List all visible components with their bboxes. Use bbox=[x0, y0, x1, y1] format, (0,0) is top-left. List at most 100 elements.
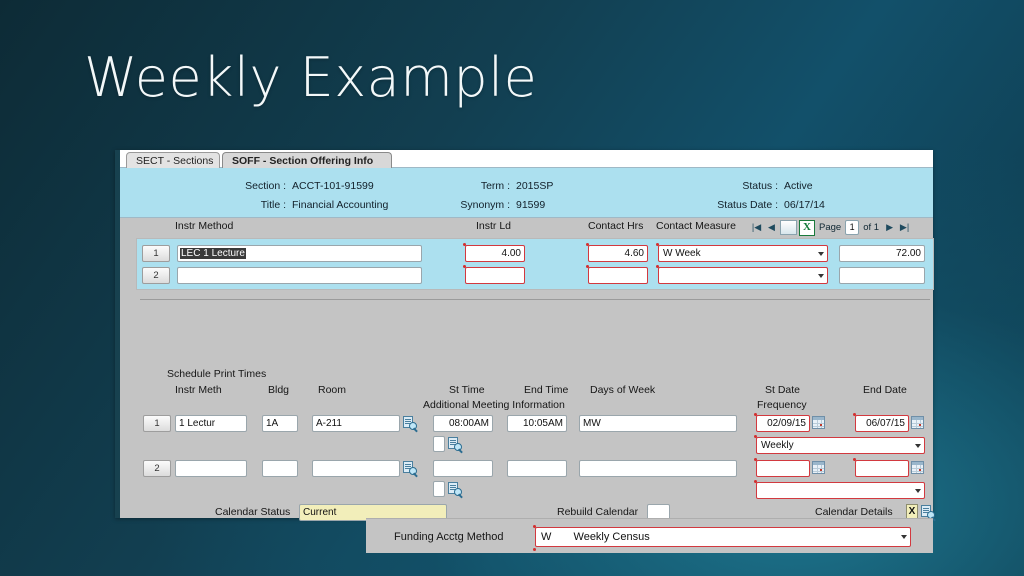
calendar-details-lookup-icon[interactable] bbox=[921, 505, 936, 522]
pager-prev-icon[interactable]: ◀ bbox=[765, 220, 778, 235]
frequency-select-1[interactable]: Weekly bbox=[756, 437, 925, 454]
days-of-week-input-2[interactable] bbox=[579, 460, 737, 477]
st-date-calendar-icon-2[interactable] bbox=[812, 461, 825, 474]
col-additional-meeting-info: Additional Meeting Information bbox=[423, 399, 565, 411]
calendar-details-flag[interactable]: X bbox=[906, 504, 918, 519]
contact-hrs-input-1[interactable]: 4.60 bbox=[588, 245, 648, 262]
pager-page-input[interactable]: 1 bbox=[845, 220, 860, 235]
title-value: Financial Accounting bbox=[292, 199, 389, 211]
term-value: 2015SP bbox=[516, 180, 554, 192]
form-body: Instr Method Instr Ld Contact Hrs Contac… bbox=[120, 218, 936, 522]
chevron-down-icon bbox=[818, 274, 824, 278]
chevron-down-icon bbox=[818, 252, 824, 256]
calendar-details-label: Calendar Details bbox=[815, 506, 893, 518]
chevron-down-icon bbox=[901, 535, 907, 539]
total-contact-input-2[interactable] bbox=[839, 267, 925, 284]
section-divider bbox=[140, 299, 930, 300]
pager-of-label: of 1 bbox=[863, 222, 880, 233]
funding-code: W bbox=[541, 531, 552, 543]
pager-page-label: Page bbox=[819, 222, 842, 233]
col-st-time: St Time bbox=[449, 384, 485, 396]
calendar-status-label: Calendar Status bbox=[215, 506, 291, 518]
status-value: Active bbox=[784, 180, 813, 192]
frequency-value-1: Weekly bbox=[761, 440, 794, 451]
contact-hrs-input-2[interactable] bbox=[588, 267, 648, 284]
pager-first-icon[interactable]: |◀ bbox=[750, 220, 763, 235]
contact-measure-select-2[interactable] bbox=[658, 267, 828, 284]
frequency-select-2[interactable] bbox=[756, 482, 925, 499]
table-row[interactable]: 1 bbox=[143, 415, 171, 432]
instr-ld-input-1[interactable]: 4.00 bbox=[465, 245, 525, 262]
pager-blank-icon[interactable] bbox=[780, 220, 797, 235]
page-title: Weekly Example bbox=[84, 46, 538, 109]
rebuild-calendar-label: Rebuild Calendar bbox=[557, 506, 639, 518]
total-contact-input-1[interactable]: 72.00 bbox=[839, 245, 925, 262]
application-window: SECT - Sections SOFF - Section Offering … bbox=[115, 150, 936, 522]
instr-method-grid: 1 LEC 1 Lecture 4.00 4.60 W Week 72.00 2 bbox=[136, 238, 934, 290]
tab-sect-sections[interactable]: SECT - Sections bbox=[126, 152, 220, 168]
st-date-input-2[interactable] bbox=[756, 460, 810, 477]
room-lookup-icon[interactable] bbox=[403, 416, 418, 433]
grid-pager-toolbar[interactable]: |◀ ◀ X Page 1 of 1 ▶ ▶| bbox=[750, 219, 911, 236]
col-end-date: End Date bbox=[863, 384, 907, 396]
funding-value: Weekly Census bbox=[573, 531, 650, 543]
instr-method-input-1[interactable]: LEC 1 Lecture bbox=[177, 245, 422, 262]
instr-method-selected-text: LEC 1 Lecture bbox=[180, 248, 246, 259]
col-instr-ld: Instr Ld bbox=[476, 220, 512, 232]
instr-ld-input-2[interactable] bbox=[465, 267, 525, 284]
end-date-input-1[interactable]: 06/07/15 bbox=[855, 415, 909, 432]
contact-measure-select-1[interactable]: W Week bbox=[658, 245, 828, 262]
end-time-input-1[interactable]: 10:05AM bbox=[507, 415, 567, 432]
status-label: Status : bbox=[742, 180, 778, 192]
section-label: Section : bbox=[245, 180, 286, 192]
additional-meeting-box-2[interactable] bbox=[433, 481, 445, 497]
required-marker bbox=[533, 548, 536, 551]
days-of-week-input-1[interactable]: MW bbox=[579, 415, 737, 432]
section-value: ACCT-101-91599 bbox=[292, 180, 374, 192]
status-date-value: 06/17/14 bbox=[784, 199, 825, 211]
end-date-calendar-icon[interactable] bbox=[911, 416, 924, 429]
funding-acctg-method-label: Funding Acctg Method bbox=[394, 531, 504, 543]
col-st-date: St Date bbox=[765, 384, 801, 396]
excel-export-icon[interactable]: X bbox=[799, 219, 815, 236]
title-label: Title : bbox=[260, 199, 286, 211]
additional-meeting-lookup-icon-1[interactable] bbox=[448, 437, 463, 454]
status-date-label: Status Date : bbox=[717, 199, 778, 211]
pager-last-icon[interactable]: ▶| bbox=[898, 220, 911, 235]
instr-method-input-2[interactable] bbox=[177, 267, 422, 284]
st-date-input-1[interactable]: 02/09/15 bbox=[756, 415, 810, 432]
bldg-input-2[interactable] bbox=[262, 460, 298, 477]
contact-measure-value-1: W Week bbox=[663, 248, 701, 259]
st-time-input-1[interactable]: 08:00AM bbox=[433, 415, 493, 432]
tab-soff-section-offering-info[interactable]: SOFF - Section Offering Info bbox=[222, 152, 392, 168]
col-instr-meth: Instr Meth bbox=[175, 384, 222, 396]
table-row[interactable]: 1 bbox=[142, 245, 170, 262]
pager-next-icon[interactable]: ▶ bbox=[883, 220, 896, 235]
synonym-value: 91599 bbox=[516, 199, 546, 211]
end-date-input-2[interactable] bbox=[855, 460, 909, 477]
additional-meeting-lookup-icon-2[interactable] bbox=[448, 482, 463, 499]
synonym-label: Synonym : bbox=[460, 199, 510, 211]
st-time-input-2[interactable] bbox=[433, 460, 493, 477]
room-input-2[interactable] bbox=[312, 460, 400, 477]
col-instr-method: Instr Method bbox=[175, 220, 234, 232]
instr-meth-input-1[interactable]: 1 Lectur bbox=[175, 415, 247, 432]
end-time-input-2[interactable] bbox=[507, 460, 567, 477]
funding-acctg-method-select[interactable]: W Weekly Census bbox=[535, 527, 911, 547]
bldg-input-1[interactable]: 1A bbox=[262, 415, 298, 432]
chevron-down-icon bbox=[915, 444, 921, 448]
funding-acctg-method-bar: Funding Acctg Method W Weekly Census bbox=[366, 518, 933, 553]
additional-meeting-box-1[interactable] bbox=[433, 436, 445, 452]
col-bldg: Bldg bbox=[268, 384, 290, 396]
col-days-of-week: Days of Week bbox=[590, 384, 656, 396]
instr-meth-input-2[interactable] bbox=[175, 460, 247, 477]
table-row[interactable]: 2 bbox=[142, 267, 170, 284]
schedule-print-times-title: Schedule Print Times bbox=[167, 368, 267, 380]
term-label: Term : bbox=[480, 180, 510, 192]
col-contact-hrs: Contact Hrs bbox=[588, 220, 644, 232]
table-row[interactable]: 2 bbox=[143, 460, 171, 477]
room-lookup-icon-2[interactable] bbox=[403, 461, 418, 478]
room-input-1[interactable]: A-211 bbox=[312, 415, 400, 432]
end-date-calendar-icon-2[interactable] bbox=[911, 461, 924, 474]
st-date-calendar-icon[interactable] bbox=[812, 416, 825, 429]
